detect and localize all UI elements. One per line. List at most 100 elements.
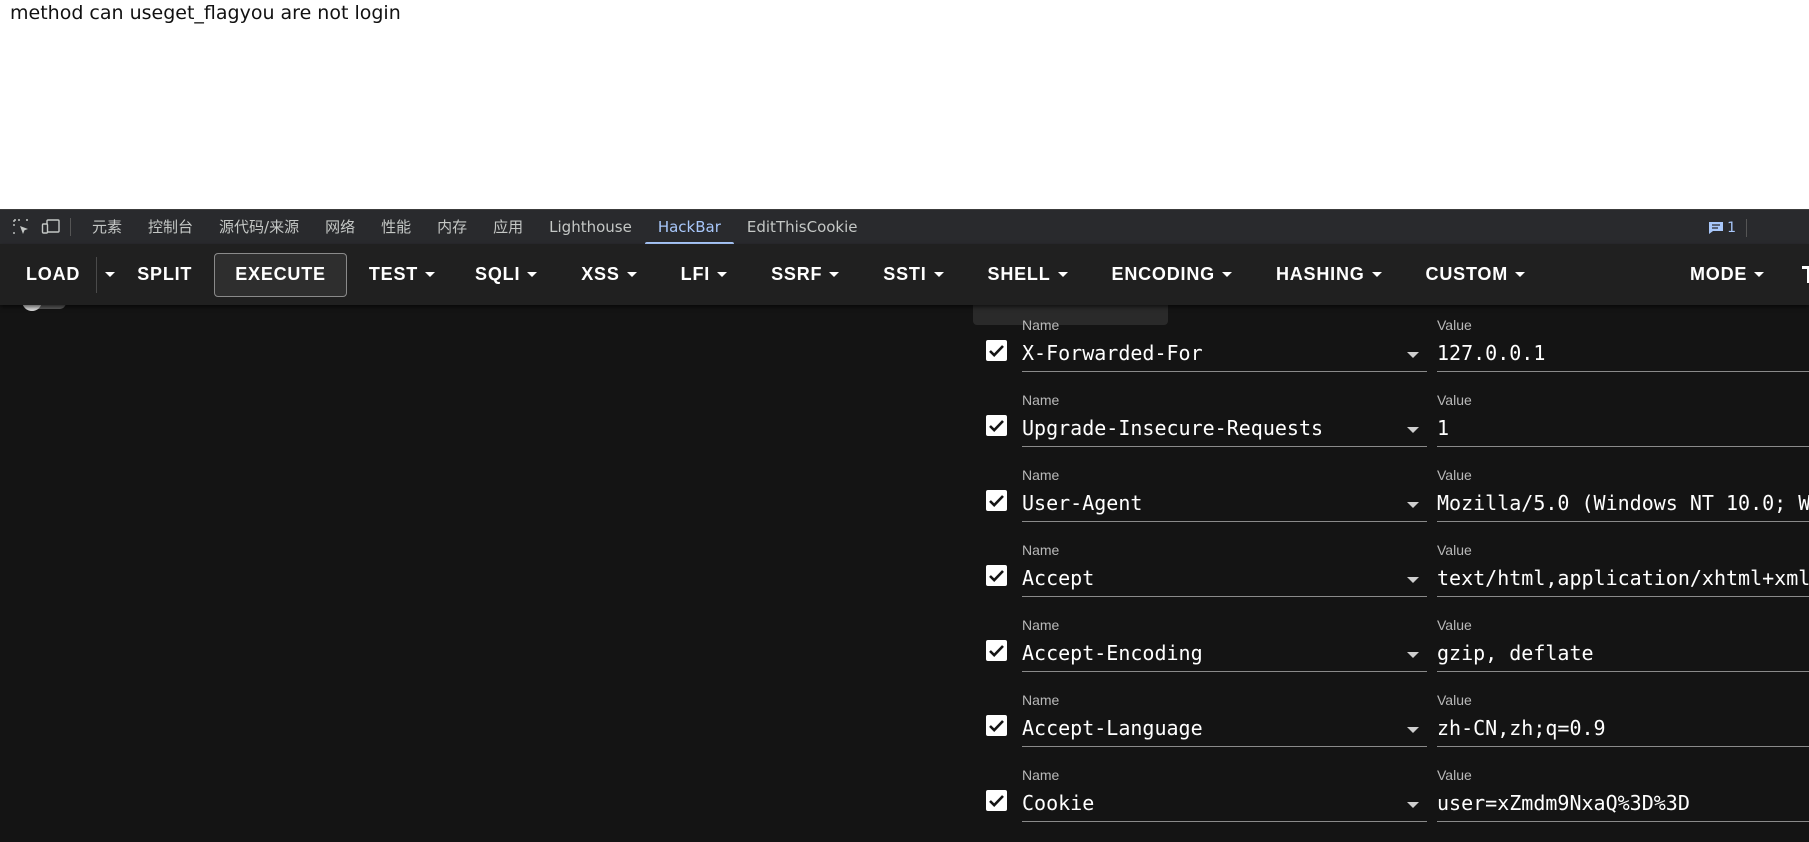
hashing-menu-button[interactable]: HASHING bbox=[1256, 253, 1406, 297]
header-value-input[interactable]: user=xZmdm9NxaQ%3D%3D bbox=[1437, 789, 1809, 822]
header-value-input[interactable]: gzip, deflate bbox=[1437, 639, 1809, 672]
tab-elements[interactable]: 元素 bbox=[79, 210, 135, 245]
xss-menu-button[interactable]: XSS bbox=[561, 253, 660, 297]
shell-menu-button[interactable]: SHELL bbox=[968, 253, 1092, 297]
header-name-select[interactable]: Upgrade-Insecure-Requests bbox=[1022, 414, 1427, 447]
chevron-down-icon bbox=[717, 272, 728, 277]
tab-hackbar[interactable]: HackBar bbox=[644, 210, 734, 245]
header-row: Name Value Cookie user=xZmdm9NxaQ%3D%3D bbox=[0, 755, 1809, 830]
hackbar-body: MODIFY HEADER Name Value X-Forwarded-For… bbox=[0, 305, 1809, 842]
tab-memory[interactable]: 内存 bbox=[424, 210, 480, 245]
header-row: Name Value Accept text/html,application/… bbox=[0, 530, 1809, 605]
header-enabled-checkbox[interactable] bbox=[986, 340, 1007, 361]
header-name-select[interactable]: Accept-Language bbox=[1022, 714, 1427, 747]
checkmark-icon bbox=[989, 345, 1004, 358]
header-name: Accept bbox=[1022, 566, 1095, 590]
execute-label: EXECUTE bbox=[235, 264, 326, 284]
header-name: User-Agent bbox=[1022, 491, 1143, 515]
sqli-menu-button[interactable]: SQLI bbox=[455, 253, 561, 297]
chevron-down-icon bbox=[1754, 271, 1765, 277]
header-enabled-checkbox[interactable] bbox=[986, 415, 1007, 436]
ssrf-menu-button[interactable]: SSRF bbox=[751, 253, 863, 297]
hashing-label: HASHING bbox=[1275, 264, 1365, 284]
name-field-label: Name bbox=[1022, 467, 1060, 483]
name-field-label: Name bbox=[1022, 692, 1060, 708]
chevron-down-icon bbox=[1371, 272, 1382, 277]
shell-label: SHELL bbox=[987, 264, 1051, 284]
header-value-input[interactable]: zh-CN,zh;q=0.9 bbox=[1437, 714, 1809, 747]
header-row: Name Value Accept-Encoding gzip, deflate bbox=[0, 605, 1809, 680]
issues-counter[interactable]: 1 bbox=[1708, 210, 1747, 245]
load-label: LOAD bbox=[26, 264, 81, 284]
lfi-menu-button[interactable]: LFI bbox=[661, 253, 751, 297]
checkmark-icon bbox=[989, 720, 1004, 733]
dropdown-arrow-icon bbox=[1407, 652, 1419, 658]
header-enabled-checkbox[interactable] bbox=[986, 715, 1007, 736]
header-enabled-checkbox[interactable] bbox=[986, 640, 1007, 661]
header-row: Name Value Accept-Language zh-CN,zh;q=0.… bbox=[0, 680, 1809, 755]
load-options-button[interactable] bbox=[97, 253, 123, 297]
ssti-label: SSTI bbox=[883, 264, 927, 284]
tab-editthiscookie[interactable]: EditThisCookie bbox=[734, 210, 871, 245]
test-label: TEST bbox=[368, 264, 419, 284]
mode-menu-button[interactable]: MODE bbox=[1674, 252, 1788, 296]
header-name: Upgrade-Insecure-Requests bbox=[1022, 416, 1324, 440]
name-field-label: Name bbox=[1022, 542, 1060, 558]
header-name-select[interactable]: Accept bbox=[1022, 564, 1427, 597]
execute-button[interactable]: EXECUTE bbox=[214, 252, 347, 297]
dropdown-arrow-icon bbox=[1407, 577, 1419, 583]
mode-label: MODE bbox=[1690, 263, 1748, 284]
chevron-down-icon bbox=[425, 272, 436, 277]
header-name-select[interactable]: Accept-Encoding bbox=[1022, 639, 1427, 672]
tab-console[interactable]: 控制台 bbox=[135, 210, 206, 245]
sqli-label: SQLI bbox=[475, 264, 521, 284]
encoding-menu-button[interactable]: ENCODING bbox=[1092, 253, 1256, 297]
header-name-select[interactable]: Cookie bbox=[1022, 789, 1427, 822]
load-button[interactable]: LOAD bbox=[0, 253, 96, 297]
custom-menu-button[interactable]: CUSTOM bbox=[1406, 253, 1549, 297]
checkmark-icon bbox=[989, 420, 1004, 433]
overflow-toolbar-button[interactable] bbox=[1802, 262, 1809, 284]
header-value-input[interactable]: 1 bbox=[1437, 414, 1809, 447]
lfi-label: LFI bbox=[680, 264, 711, 284]
header-row: Name Value X-Forwarded-For 127.0.0.1 bbox=[0, 305, 1809, 380]
encoding-label: ENCODING bbox=[1111, 264, 1215, 284]
header-value-input[interactable]: text/html,application/xhtml+xml bbox=[1437, 564, 1809, 597]
split-button[interactable]: SPLIT bbox=[123, 253, 208, 297]
name-field-label: Name bbox=[1022, 317, 1060, 333]
test-menu-button[interactable]: TEST bbox=[353, 253, 455, 297]
header-name: Accept-Encoding bbox=[1022, 641, 1203, 665]
header-name-select[interactable]: User-Agent bbox=[1022, 489, 1427, 522]
checkmark-icon bbox=[989, 570, 1004, 583]
tab-network[interactable]: 网络 bbox=[312, 210, 368, 245]
checkmark-icon bbox=[989, 495, 1004, 508]
tab-application[interactable]: 应用 bbox=[480, 210, 536, 245]
inspected-page: method can useget_flagyou are not login bbox=[0, 0, 1809, 209]
header-enabled-checkbox[interactable] bbox=[986, 790, 1007, 811]
toolbar-divider bbox=[70, 218, 71, 236]
name-field-label: Name bbox=[1022, 392, 1060, 408]
value-field-label: Value bbox=[1437, 767, 1472, 783]
header-enabled-checkbox[interactable] bbox=[986, 565, 1007, 586]
tab-performance[interactable]: 性能 bbox=[368, 210, 424, 245]
value-field-label: Value bbox=[1437, 392, 1472, 408]
header-row: Name Value User-Agent Mozilla/5.0 (Windo… bbox=[0, 455, 1809, 530]
custom-label: CUSTOM bbox=[1425, 264, 1509, 284]
value-field-label: Value bbox=[1437, 467, 1472, 483]
issues-count: 1 bbox=[1727, 219, 1736, 236]
tab-sources[interactable]: 源代码/来源 bbox=[206, 210, 312, 245]
chevron-down-icon bbox=[626, 272, 637, 277]
ssti-menu-button[interactable]: SSTI bbox=[863, 253, 967, 297]
header-enabled-checkbox[interactable] bbox=[986, 490, 1007, 511]
dropdown-arrow-icon bbox=[1407, 352, 1419, 358]
ssrf-label: SSRF bbox=[771, 264, 823, 284]
chevron-down-icon bbox=[1057, 272, 1068, 277]
tab-lighthouse[interactable]: Lighthouse bbox=[536, 210, 645, 245]
device-toolbar-icon[interactable] bbox=[38, 214, 64, 240]
header-value-input[interactable]: 127.0.0.1 bbox=[1437, 339, 1809, 372]
inspect-element-icon[interactable] bbox=[8, 214, 34, 240]
header-value-input[interactable]: Mozilla/5.0 (Windows NT 10.0; Win64; x64… bbox=[1437, 489, 1809, 522]
xss-label: XSS bbox=[581, 264, 620, 284]
dropdown-arrow-icon bbox=[1407, 502, 1419, 508]
header-name-select[interactable]: X-Forwarded-For bbox=[1022, 339, 1427, 372]
